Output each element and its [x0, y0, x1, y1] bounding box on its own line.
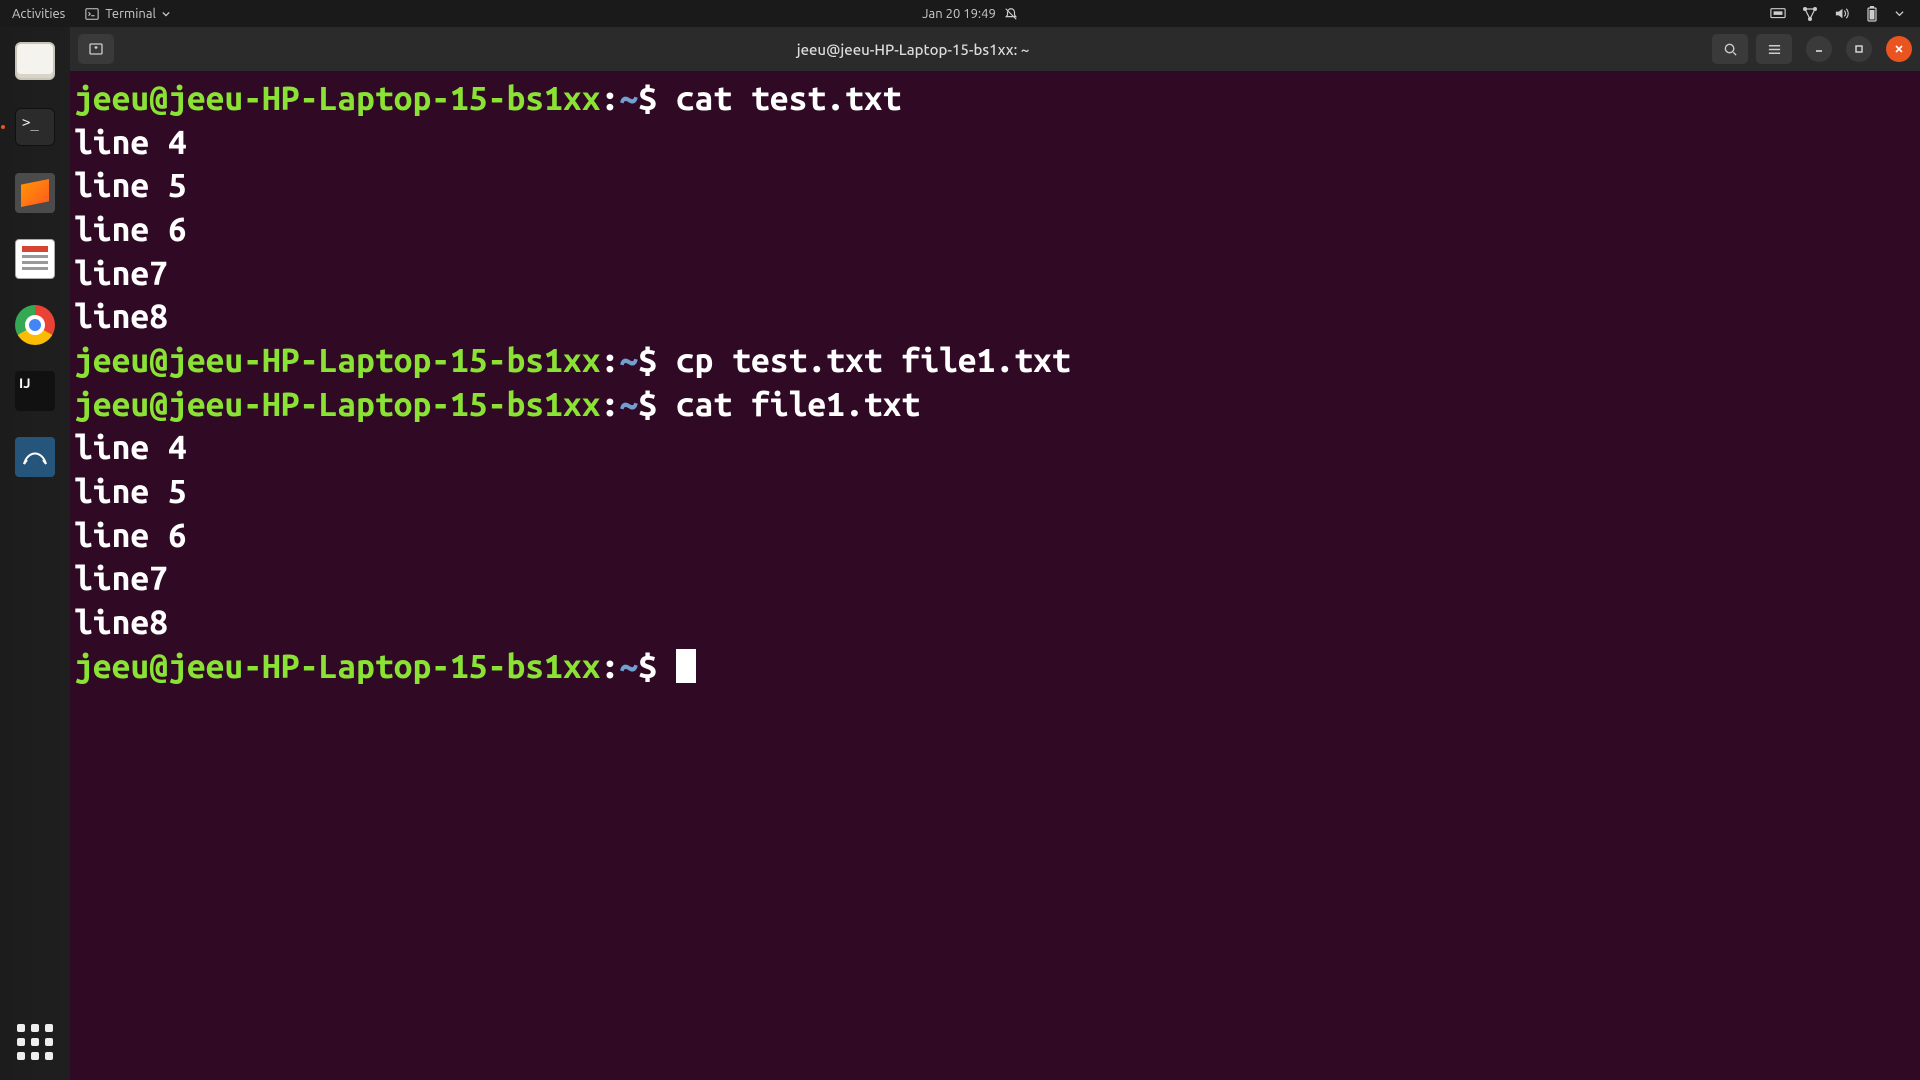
window-title: jeeu@jeeu-HP-Laptop-15-bs1xx: ~	[122, 41, 1704, 58]
network-icon[interactable]	[1802, 6, 1818, 22]
chevron-down-icon[interactable]	[1895, 9, 1904, 18]
dock: >_ IJ	[0, 27, 70, 1080]
terminal-output-line: line7	[74, 557, 1916, 601]
terminal-output-line: line8	[74, 295, 1916, 339]
prompt-separator: :	[601, 648, 620, 685]
terminal-output-line: line 5	[74, 164, 1916, 208]
terminal-command: cat test.txt	[676, 80, 902, 117]
dock-item-intellij[interactable]: IJ	[11, 367, 59, 415]
terminal-output-line: line 6	[74, 208, 1916, 252]
prompt-user-host: jeeu@jeeu-HP-Laptop-15-bs1xx	[74, 342, 601, 379]
prompt-path: ~	[619, 80, 638, 117]
gnome-top-panel: Activities Terminal Jan 20 19:49	[0, 0, 1920, 27]
prompt-separator: :	[601, 342, 620, 379]
show-applications-button[interactable]	[11, 1018, 59, 1066]
minimize-button[interactable]	[1806, 36, 1832, 62]
titlebar: jeeu@jeeu-HP-Laptop-15-bs1xx: ~	[70, 27, 1920, 71]
app-menu[interactable]: Terminal	[85, 7, 170, 21]
terminal-command: cp test.txt file1.txt	[676, 342, 1071, 379]
dock-item-files[interactable]	[11, 37, 59, 85]
cursor	[676, 649, 696, 683]
terminal-window: jeeu@jeeu-HP-Laptop-15-bs1xx: ~ jeeu@jee…	[70, 27, 1920, 1080]
prompt-path: ~	[619, 648, 638, 685]
terminal-output-area[interactable]: jeeu@jeeu-HP-Laptop-15-bs1xx:~$ cat test…	[70, 71, 1920, 1080]
dock-item-evince[interactable]	[11, 235, 59, 283]
close-icon	[1894, 44, 1904, 54]
dock-item-workbench[interactable]	[11, 433, 59, 481]
app-menu-label: Terminal	[105, 7, 156, 21]
prompt-sigil: $	[638, 648, 676, 685]
chevron-down-icon	[162, 10, 170, 18]
terminal-command: cat file1.txt	[676, 386, 920, 423]
terminal-line: jeeu@jeeu-HP-Laptop-15-bs1xx:~$	[74, 645, 1916, 689]
terminal-line: jeeu@jeeu-HP-Laptop-15-bs1xx:~$ cp test.…	[74, 339, 1916, 383]
terminal-output-line: line 6	[74, 514, 1916, 558]
prompt-user-host: jeeu@jeeu-HP-Laptop-15-bs1xx	[74, 80, 601, 117]
screen-icon[interactable]	[1770, 7, 1786, 21]
activities-button[interactable]: Activities	[12, 7, 65, 21]
dock-item-terminal[interactable]: >_	[11, 103, 59, 151]
datetime-label: Jan 20 19:49	[922, 7, 996, 21]
prompt-sigil: $	[638, 386, 676, 423]
terminal-output-line: line8	[74, 601, 1916, 645]
prompt-sigil: $	[638, 342, 676, 379]
dock-item-chrome[interactable]	[11, 301, 59, 349]
search-button[interactable]	[1712, 34, 1748, 64]
maximize-icon	[1854, 44, 1864, 54]
terminal-output-line: line 4	[74, 121, 1916, 165]
prompt-user-host: jeeu@jeeu-HP-Laptop-15-bs1xx	[74, 648, 601, 685]
new-tab-icon	[88, 41, 104, 57]
dock-item-sublime[interactable]	[11, 169, 59, 217]
clock[interactable]: Jan 20 19:49	[922, 7, 1018, 21]
terminal-output-line: line7	[74, 252, 1916, 296]
terminal-line: jeeu@jeeu-HP-Laptop-15-bs1xx:~$ cat file…	[74, 383, 1916, 427]
minimize-icon	[1814, 44, 1824, 54]
terminal-output-line: line 5	[74, 470, 1916, 514]
terminal-icon	[85, 7, 99, 21]
battery-icon[interactable]	[1865, 6, 1879, 22]
close-button[interactable]	[1886, 36, 1912, 62]
prompt-path: ~	[619, 342, 638, 379]
prompt-path: ~	[619, 386, 638, 423]
maximize-button[interactable]	[1846, 36, 1872, 62]
prompt-sigil: $	[638, 80, 676, 117]
notifications-muted-icon	[1004, 7, 1018, 21]
volume-icon[interactable]	[1834, 6, 1849, 21]
prompt-separator: :	[601, 386, 620, 423]
terminal-output-line: line 4	[74, 426, 1916, 470]
search-icon	[1723, 42, 1738, 57]
prompt-user-host: jeeu@jeeu-HP-Laptop-15-bs1xx	[74, 386, 601, 423]
terminal-line: jeeu@jeeu-HP-Laptop-15-bs1xx:~$ cat test…	[74, 77, 1916, 121]
prompt-separator: :	[601, 80, 620, 117]
hamburger-icon	[1767, 42, 1782, 57]
new-tab-button[interactable]	[78, 34, 114, 64]
menu-button[interactable]	[1756, 34, 1792, 64]
